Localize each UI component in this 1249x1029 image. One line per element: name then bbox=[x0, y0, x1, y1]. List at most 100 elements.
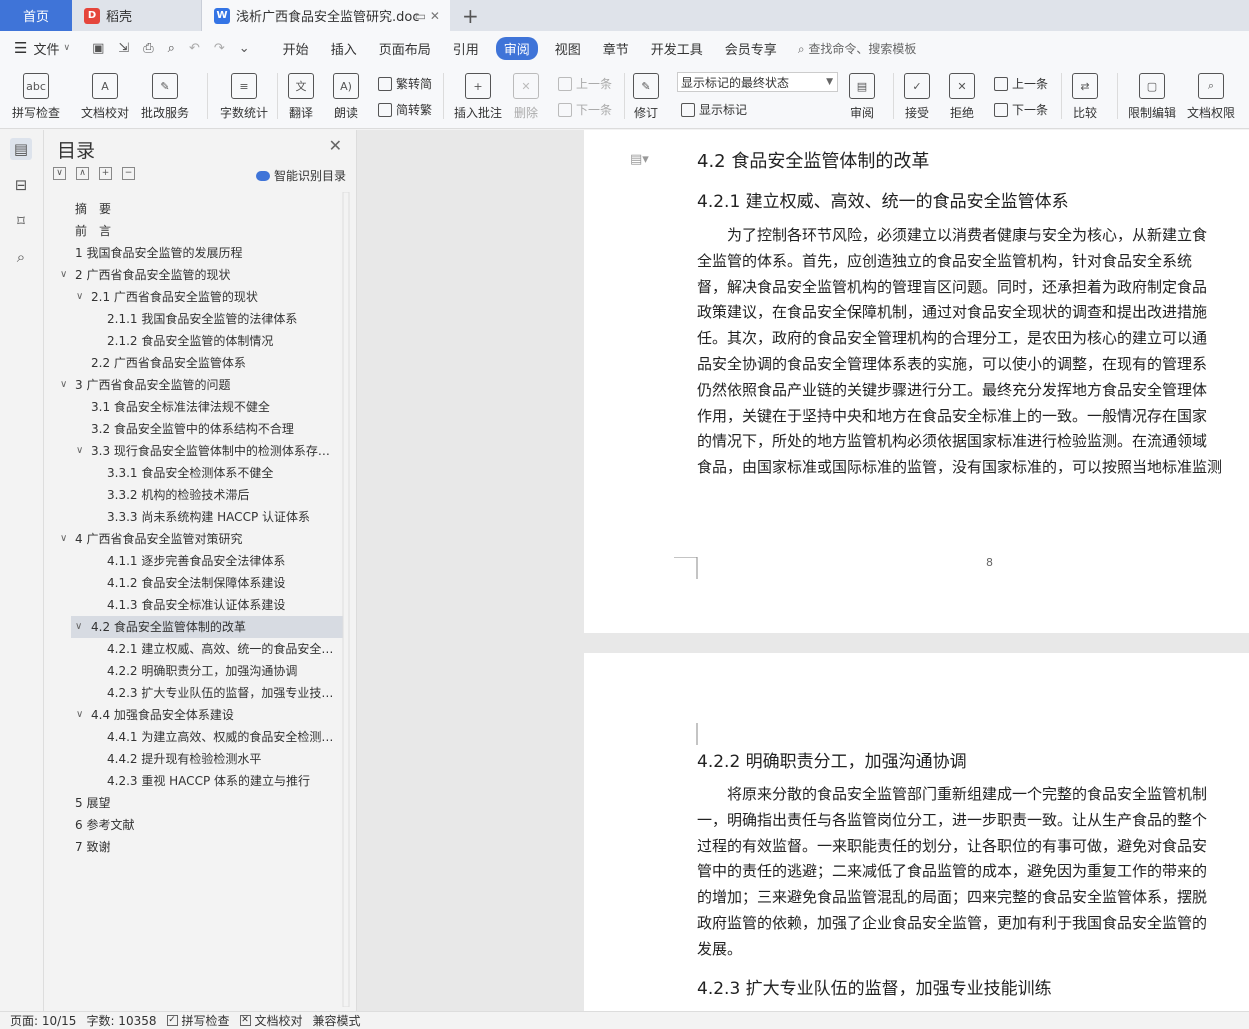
smart-toc-button[interactable]: 智能识别目录 bbox=[255, 167, 346, 184]
redo-icon[interactable]: ↷ bbox=[214, 41, 225, 56]
next-comment-button[interactable]: 下一条 bbox=[558, 101, 612, 118]
next-change-button[interactable]: 下一条 bbox=[994, 101, 1048, 118]
insert-comment-button[interactable]: + 插入批注 bbox=[454, 73, 502, 121]
page-indicator[interactable]: 页面: 10/15 bbox=[10, 1012, 76, 1029]
bookmark-icon[interactable]: ⌑ bbox=[10, 210, 32, 232]
section-panel-icon[interactable]: ⊟ bbox=[10, 174, 32, 196]
tab-close-icon[interactable]: ▭ ✕ bbox=[415, 9, 440, 23]
toc-item[interactable]: 前 言 bbox=[45, 220, 345, 242]
toc-item[interactable]: ∨ 4.2 食品安全监管体制的改革 bbox=[71, 616, 345, 638]
compare-button[interactable]: ⇄ 比较 bbox=[1072, 73, 1098, 121]
restrict-edit-button[interactable]: ▢ 限制编辑 bbox=[1128, 73, 1176, 121]
doc-permission-button[interactable]: ⌕ 文档权限 bbox=[1187, 73, 1235, 121]
delete-comment-button[interactable]: ✕ 删除 bbox=[513, 73, 539, 121]
spell-check-button[interactable]: abc 拼写检查 bbox=[12, 73, 60, 121]
doc-proof-button[interactable]: A 文档校对 bbox=[81, 73, 129, 121]
collapse-all-icon[interactable]: ∨ bbox=[53, 167, 66, 180]
toc-panel-icon[interactable]: ▤ bbox=[10, 138, 32, 160]
accept-button[interactable]: ✓ 接受 bbox=[904, 73, 930, 121]
menu-layout[interactable]: 页面布局 bbox=[368, 36, 442, 61]
menu-review[interactable]: 审阅 bbox=[495, 36, 538, 60]
toc-item[interactable]: 3.2 食品安全监管中的体系结构不合理 bbox=[45, 418, 345, 440]
chevron-down-icon[interactable]: ∨ bbox=[75, 616, 82, 638]
tab-home[interactable]: 首页 bbox=[0, 0, 72, 31]
chevron-down-icon[interactable]: ∨ bbox=[60, 264, 67, 286]
toc-item[interactable]: 4.2.2 明确职责分工，加强沟通协调 bbox=[45, 660, 345, 682]
toc-item[interactable]: 3.3.3 尚未系统构建 HACCP 认证体系 bbox=[45, 506, 345, 528]
menu-member[interactable]: 会员专享 bbox=[714, 36, 788, 61]
word-count-indicator[interactable]: 字数: 10358 bbox=[86, 1012, 156, 1029]
toc-item[interactable]: 4.2.1 建立权威、高效、统一的食品安全… bbox=[45, 638, 345, 660]
toc-item[interactable]: ∨ 2.1 广西省食品安全监管的现状 bbox=[45, 286, 345, 308]
show-markup-button[interactable]: 显示标记 bbox=[681, 101, 747, 118]
toc-item[interactable]: 4.1.3 食品安全标准认证体系建设 bbox=[45, 594, 345, 616]
tab-document[interactable]: W 浅析广西食品安全监管研究.doc ▭ ✕ bbox=[202, 0, 450, 31]
tab-daoke[interactable]: D 稻壳 bbox=[72, 0, 202, 31]
promote-icon[interactable]: + bbox=[99, 167, 112, 180]
prev-change-button[interactable]: 上一条 bbox=[994, 75, 1048, 92]
export-icon[interactable]: ⇲ bbox=[118, 41, 129, 56]
menu-view[interactable]: 视图 bbox=[544, 36, 592, 61]
chevron-down-icon[interactable]: ∨ bbox=[60, 528, 67, 550]
file-menu[interactable]: ☰ 文件 ∨ bbox=[14, 39, 70, 58]
command-search[interactable]: ⌕ 查找命令、搜索模板 bbox=[798, 40, 917, 57]
document-page[interactable]: 4.2.2 明确职责分工，加强沟通协调 将原来分散的食品安全监管部门重新组建成一… bbox=[584, 653, 1249, 1011]
toc-item[interactable]: 1 我国食品安全监管的发展历程 bbox=[45, 242, 345, 264]
toc-item[interactable]: 2.1.2 食品安全监管的体制情况 bbox=[45, 330, 345, 352]
track-changes-button[interactable]: ✎ 修订 bbox=[633, 73, 659, 121]
batch-service-button[interactable]: ✎ 批改服务 bbox=[141, 73, 189, 121]
proof-toggle[interactable]: ✕ 文档校对 bbox=[239, 1012, 303, 1029]
toc-item[interactable]: 4.2.3 重视 HACCP 体系的建立与推行 bbox=[45, 770, 345, 792]
markup-state-select[interactable]: 显示标记的最终状态 ▼ bbox=[677, 72, 838, 92]
translate-button[interactable]: 文 翻译 bbox=[288, 73, 314, 121]
demote-icon[interactable]: − bbox=[122, 167, 135, 180]
toc-item[interactable]: 7 致谢 bbox=[45, 836, 345, 858]
document-icon[interactable]: ▤▾ bbox=[630, 152, 649, 167]
close-icon[interactable]: ✕ bbox=[329, 136, 342, 155]
undo-icon[interactable]: ↶ bbox=[189, 41, 200, 56]
to-traditional-button[interactable]: 繁转简 bbox=[378, 75, 432, 92]
toc-item[interactable]: 3.1 食品安全标准法律法规不健全 bbox=[45, 396, 345, 418]
to-simplified-button[interactable]: 简转繁 bbox=[378, 101, 432, 118]
new-tab-button[interactable]: + bbox=[462, 4, 479, 28]
reject-button[interactable]: ✕ 拒绝 bbox=[949, 73, 975, 121]
toc-item[interactable]: ∨ 4 广西省食品安全监管对策研究 bbox=[45, 528, 345, 550]
document-area[interactable]: ▤▾ 4.2 食品安全监管体制的改革 4.2.1 建立权威、高效、统一的食品安全… bbox=[357, 130, 1249, 1011]
menu-reference[interactable]: 引用 bbox=[442, 36, 490, 61]
save-icon[interactable]: ▣ bbox=[92, 41, 104, 56]
prev-comment-button[interactable]: 上一条 bbox=[558, 75, 612, 92]
print-icon[interactable]: ⎙ bbox=[143, 41, 153, 56]
toc-item[interactable]: 4.2.3 扩大专业队伍的监督，加强专业技… bbox=[45, 682, 345, 704]
toc-item[interactable]: 6 参考文献 bbox=[45, 814, 345, 836]
spell-check-toggle[interactable]: ✓ 拼写检查 bbox=[166, 1012, 230, 1029]
toc-item[interactable]: ∨ 3.3 现行食品安全监管体制中的检测体系存… bbox=[45, 440, 345, 462]
toc-item[interactable]: 4.4.2 提升现有检验检测水平 bbox=[45, 748, 345, 770]
toc-item[interactable]: 4.1.1 逐步完善食品安全法律体系 bbox=[45, 550, 345, 572]
word-count-button[interactable]: ≡ 字数统计 bbox=[220, 73, 268, 121]
toc-item[interactable]: 4.1.2 食品安全法制保障体系建设 bbox=[45, 572, 345, 594]
review-pane-button[interactable]: ▤ 审阅 bbox=[849, 73, 875, 121]
toc-item[interactable]: ∨ 2 广西省食品安全监管的现状 bbox=[45, 264, 345, 286]
menu-section[interactable]: 章节 bbox=[592, 36, 640, 61]
toc-item[interactable]: 2.1.1 我国食品安全监管的法律体系 bbox=[45, 308, 345, 330]
more-icon[interactable]: ⌄ bbox=[239, 41, 250, 56]
toc-item[interactable]: 3.3.1 食品安全检测体系不健全 bbox=[45, 462, 345, 484]
toc-item[interactable]: ∨ 3 广西省食品安全监管的问题 bbox=[45, 374, 345, 396]
toc-item[interactable]: 5 展望 bbox=[45, 792, 345, 814]
menu-start[interactable]: 开始 bbox=[272, 36, 320, 61]
chevron-down-icon[interactable]: ∨ bbox=[76, 440, 83, 462]
read-aloud-button[interactable]: A) 朗读 bbox=[333, 73, 359, 121]
toc-scrollbar[interactable] bbox=[342, 192, 350, 1007]
toc-item[interactable]: 2.2 广西省食品安全监管体系 bbox=[45, 352, 345, 374]
toc-item[interactable]: 4.4.1 为建立高效、权威的食品安全检测… bbox=[45, 726, 345, 748]
search-icon[interactable]: ⌕ bbox=[10, 246, 32, 268]
chevron-down-icon[interactable]: ∨ bbox=[60, 374, 67, 396]
document-page[interactable]: ▤▾ 4.2 食品安全监管体制的改革 4.2.1 建立权威、高效、统一的食品安全… bbox=[584, 130, 1249, 633]
chevron-down-icon[interactable]: ∨ bbox=[76, 704, 83, 726]
menu-insert[interactable]: 插入 bbox=[320, 36, 368, 61]
toc-item[interactable]: 摘 要 bbox=[45, 198, 345, 220]
toc-item[interactable]: ∨ 4.4 加强食品安全体系建设 bbox=[45, 704, 345, 726]
toc-item[interactable]: 3.3.2 机构的检验技术滞后 bbox=[45, 484, 345, 506]
chevron-down-icon[interactable]: ∨ bbox=[76, 286, 83, 308]
print-preview-icon[interactable]: ⌕ bbox=[168, 41, 175, 56]
